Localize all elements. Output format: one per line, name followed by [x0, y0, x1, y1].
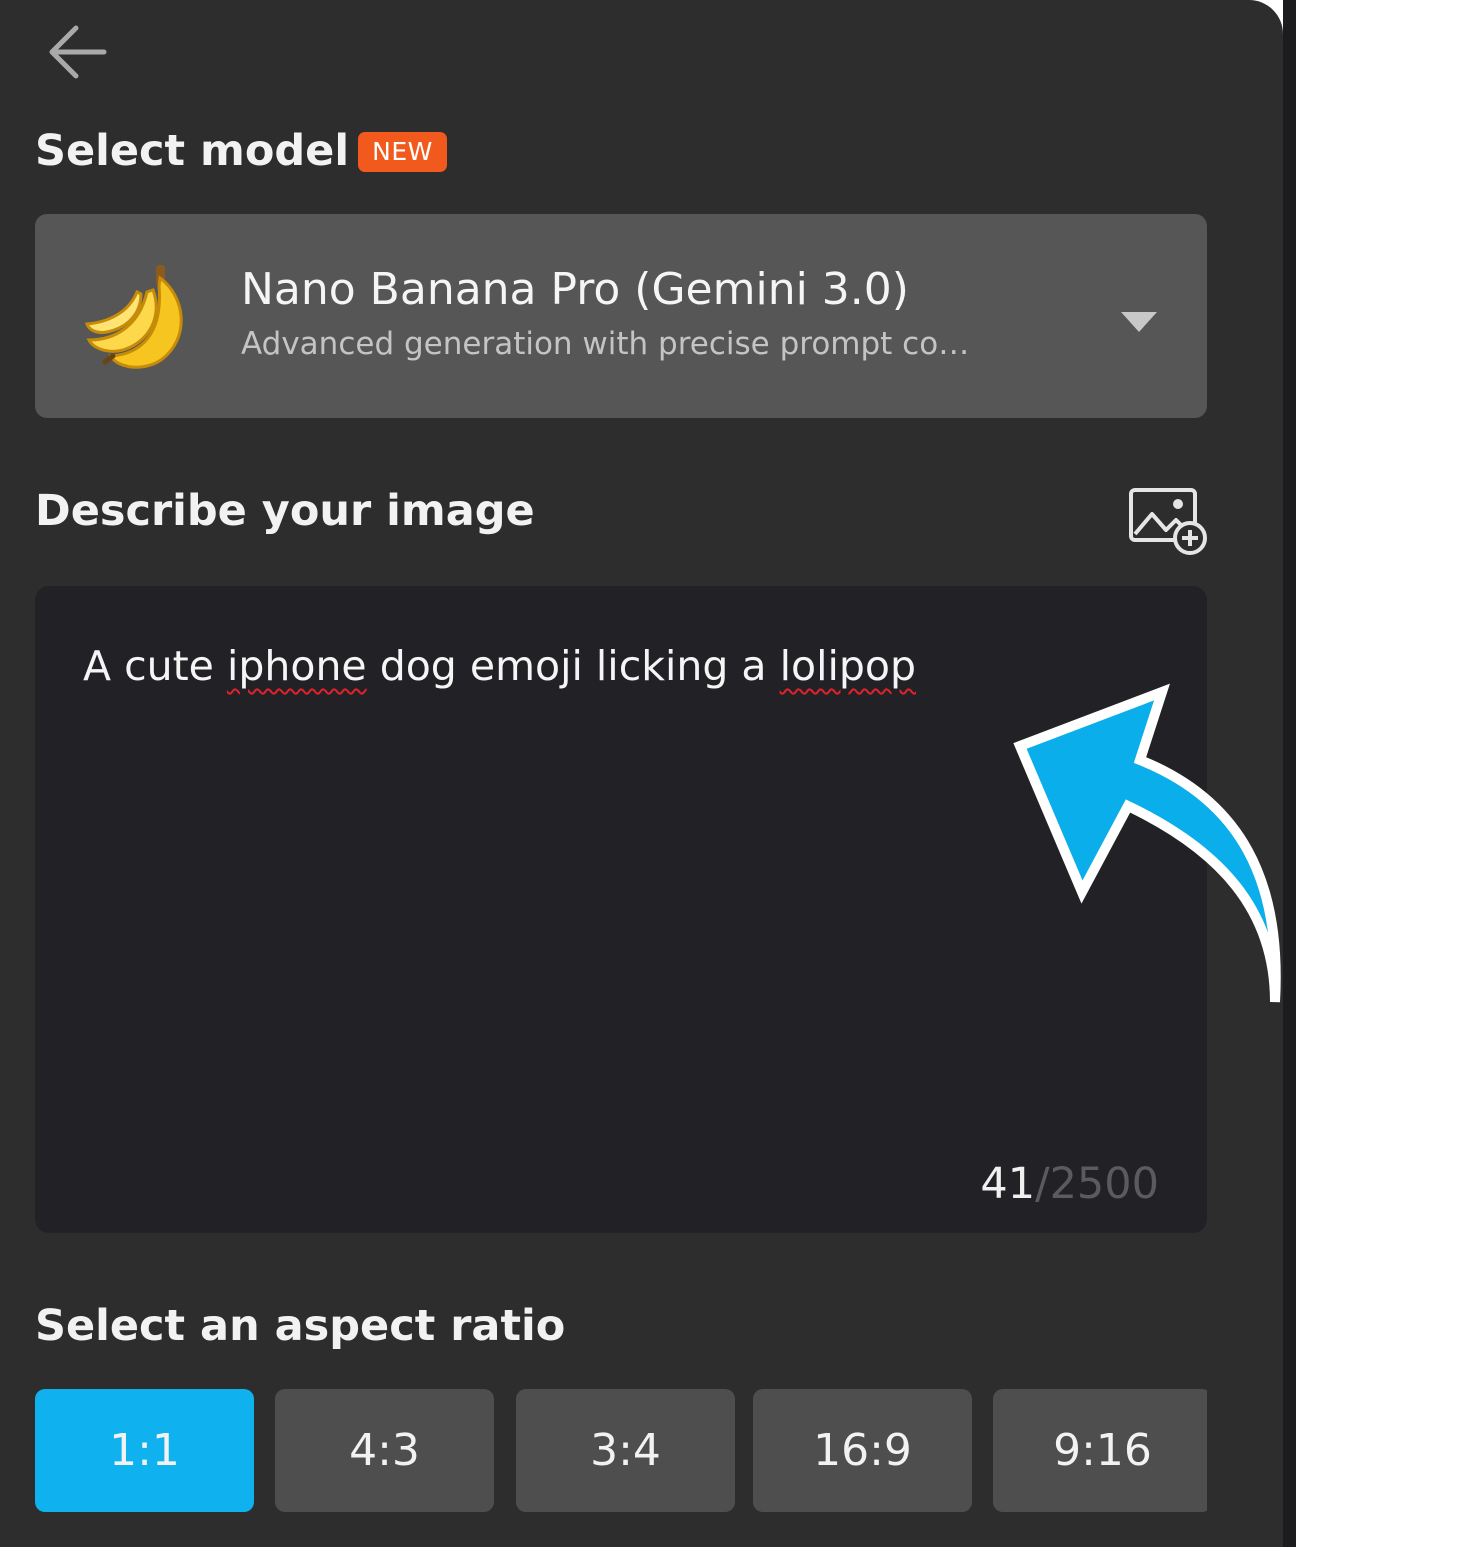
misspelled-word: iphone	[226, 642, 367, 690]
model-name: Nano Banana Pro (Gemini 3.0)	[241, 264, 909, 315]
prompt-word: A cute	[83, 642, 227, 690]
aspect-ratio-16-9[interactable]: 16:9	[753, 1389, 972, 1512]
aspect-ratio-3-4[interactable]: 3:4	[516, 1389, 735, 1512]
caret-down-icon[interactable]	[1117, 306, 1161, 336]
curved-arrow-icon	[1013, 683, 1281, 1003]
prompt-text: A cute iphone dog emoji licking a lolipo…	[83, 642, 916, 690]
describe-image-heading: Describe your image	[35, 486, 535, 536]
banana-icon	[84, 265, 183, 369]
select-model-heading: Select model	[35, 126, 350, 176]
aspect-ratio-4-3[interactable]: 4:3	[275, 1389, 494, 1512]
model-description: Advanced generation with precise prompt …	[241, 326, 970, 362]
misspelled-word: lolipop	[779, 642, 916, 690]
aspect-ratio-1-1[interactable]: 1:1	[35, 1389, 254, 1512]
image-add-icon[interactable]	[1128, 486, 1210, 556]
arrow-left-icon[interactable]	[40, 20, 112, 84]
aspect-ratio-heading: Select an aspect ratio	[35, 1301, 566, 1351]
new-badge: NEW	[358, 132, 447, 172]
character-limit: /2500	[1035, 1159, 1159, 1209]
character-count: 41	[980, 1159, 1036, 1209]
character-counter: 41/2500	[980, 1159, 1159, 1209]
aspect-ratio-9-16[interactable]: 9:16	[993, 1389, 1207, 1512]
prompt-word: dog emoji licking a	[366, 642, 780, 690]
aspect-ratio-options: 1:1 4:3 3:4 16:9 9:16	[35, 1389, 1207, 1512]
model-selector[interactable]: Nano Banana Pro (Gemini 3.0) Advanced ge…	[35, 214, 1207, 418]
